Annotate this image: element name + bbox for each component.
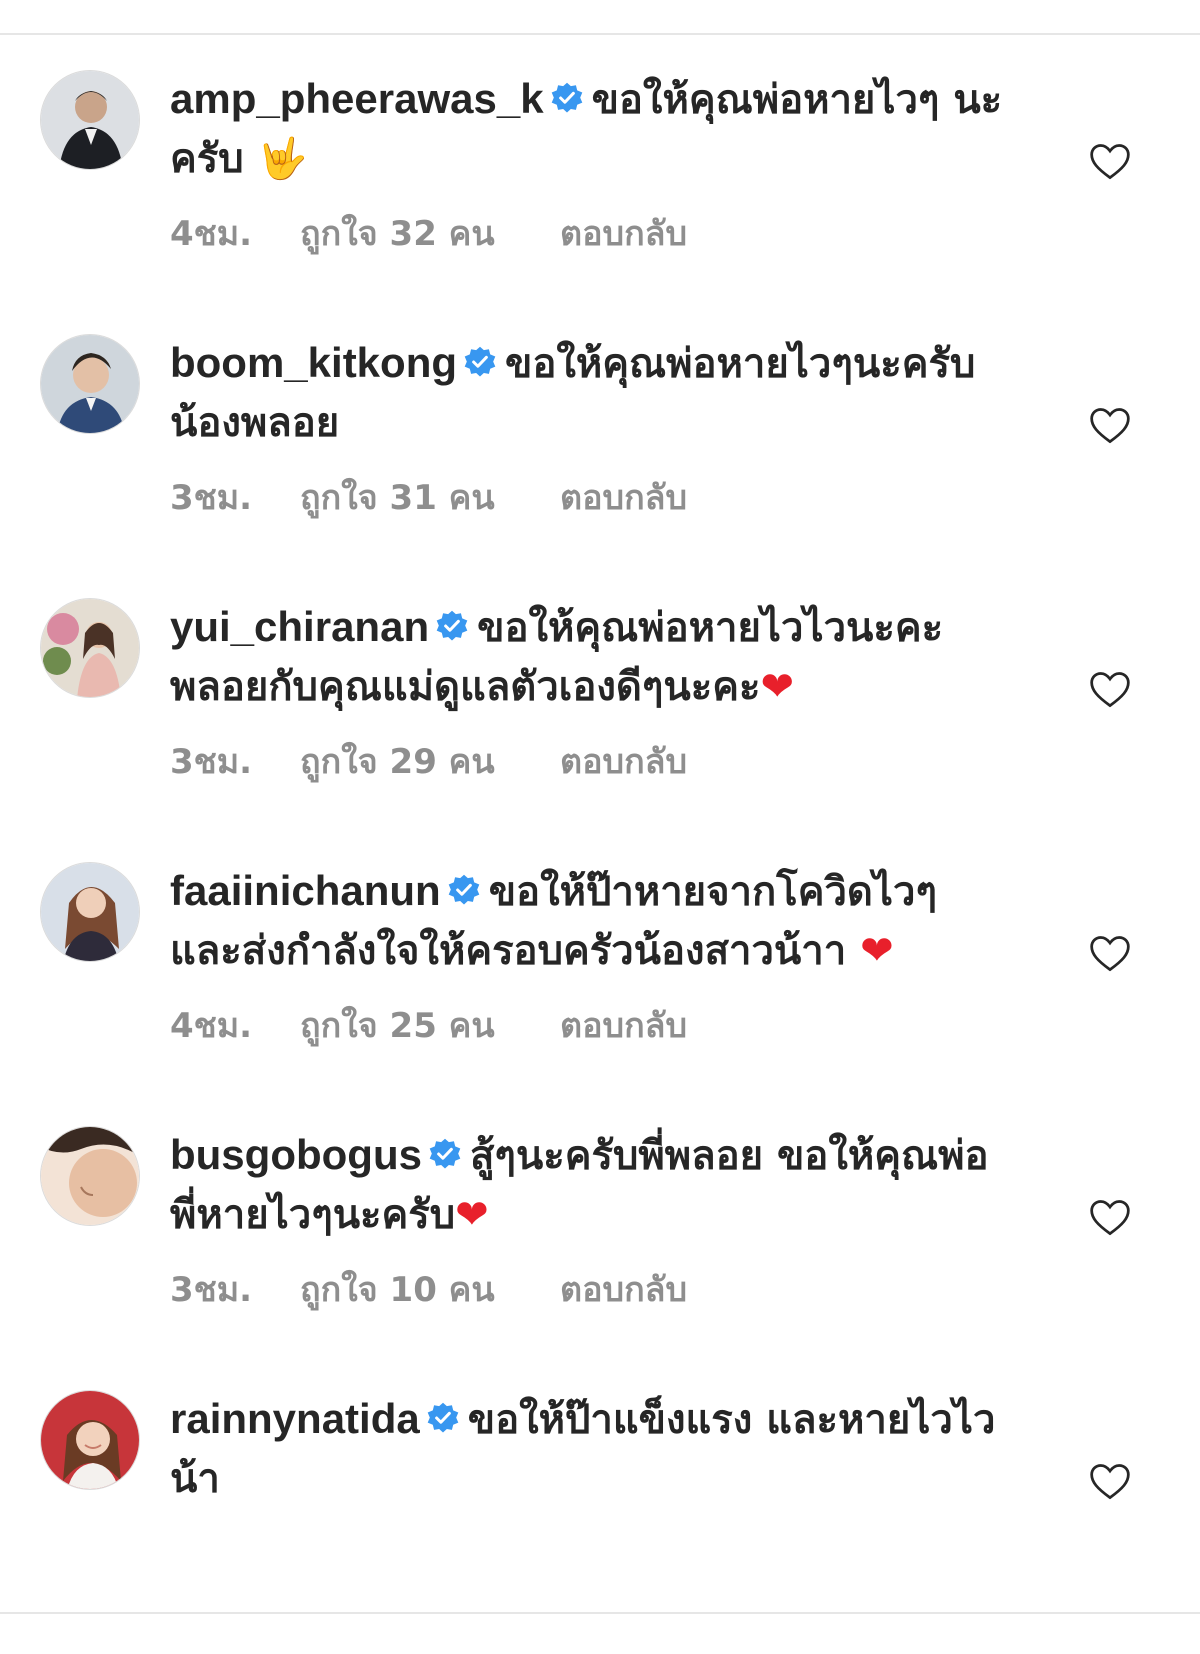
like-button[interactable] <box>1088 1460 1132 1504</box>
comment-item: boom_kitkong ขอให้คุณพ่อหายไวๆนะครับน้องพ… <box>0 300 1200 570</box>
comment-meta: 3ชม. ถูกใจ 10 คน ตอบกลับ <box>170 1262 687 1316</box>
timestamp: 3ชม. <box>170 742 253 782</box>
reply-button[interactable]: ตอบกลับ <box>560 998 687 1052</box>
heart-outline-icon <box>1090 144 1130 180</box>
comment-list: amp_pheerawas_k ขอให้คุณพ่อหายไวๆ นะครับ … <box>0 0 1200 1612</box>
comment-body: faaiinichanun ขอให้ป๊าหายจากโควิดไวๆ และส… <box>170 862 1010 980</box>
bottom-divider <box>0 1612 1200 1614</box>
likes-count[interactable]: ถูกใจ 31 คน <box>300 470 560 524</box>
username[interactable]: boom_kitkong <box>170 339 457 386</box>
avatar[interactable] <box>40 1126 140 1226</box>
likes-count[interactable]: ถูกใจ 32 คน <box>300 206 560 260</box>
comment-meta: 3ชม. ถูกใจ 31 คน ตอบกลับ <box>170 470 687 524</box>
username[interactable]: rainnynatida <box>170 1395 420 1442</box>
hand-emoji-icon: 🤟 <box>257 136 308 182</box>
comment-body: rainnynatida ขอให้ป๊าแข็งแรง และหายไวไวน้… <box>170 1390 1010 1508</box>
comment-meta: 4ชม. ถูกใจ 32 คน ตอบกลับ <box>170 206 687 260</box>
reply-button[interactable]: ตอบกลับ <box>560 470 687 524</box>
comment-item: rainnynatida ขอให้ป๊าแข็งแรง และหายไวไวน้… <box>0 1356 1200 1612</box>
username[interactable]: busgobogus <box>170 1131 422 1178</box>
verified-badge-icon <box>426 1394 460 1451</box>
timestamp: 3ชม. <box>170 478 253 518</box>
reply-button[interactable]: ตอบกลับ <box>560 734 687 788</box>
heart-outline-icon <box>1090 936 1130 972</box>
username[interactable]: faaiinichanun <box>170 867 441 914</box>
comment-item: faaiinichanun ขอให้ป๊าหายจากโควิดไวๆ และส… <box>0 828 1200 1098</box>
comment-body: yui_chiranan ขอให้คุณพ่อหายไวไวนะคะ พลอยก… <box>170 598 1010 716</box>
verified-badge-icon <box>550 74 584 131</box>
avatar[interactable] <box>40 70 140 170</box>
comment-item: busgobogus สู้ๆนะครับพี่พลอย ขอให้คุณพ่อพ… <box>0 1092 1200 1362</box>
username[interactable]: yui_chiranan <box>170 603 429 650</box>
comment-item: amp_pheerawas_k ขอให้คุณพ่อหายไวๆ นะครับ … <box>0 36 1200 306</box>
comment-body: boom_kitkong ขอให้คุณพ่อหายไวๆนะครับน้องพ… <box>170 334 1010 452</box>
like-button[interactable] <box>1088 140 1132 184</box>
timestamp: 3ชม. <box>170 1270 253 1310</box>
verified-badge-icon <box>447 866 481 923</box>
like-button[interactable] <box>1088 932 1132 976</box>
likes-count[interactable]: ถูกใจ 10 คน <box>300 1262 560 1316</box>
timestamp: 4ชม. <box>170 1006 253 1046</box>
like-button[interactable] <box>1088 404 1132 448</box>
red-heart-emoji-icon: ❤ <box>760 664 794 710</box>
username[interactable]: amp_pheerawas_k <box>170 75 544 122</box>
comment-body: amp_pheerawas_k ขอให้คุณพ่อหายไวๆ นะครับ … <box>170 70 1010 188</box>
likes-count[interactable]: ถูกใจ 29 คน <box>300 734 560 788</box>
verified-badge-icon <box>435 602 469 659</box>
avatar[interactable] <box>40 1390 140 1490</box>
comment-body: busgobogus สู้ๆนะครับพี่พลอย ขอให้คุณพ่อพ… <box>170 1126 1010 1244</box>
verified-badge-icon <box>428 1130 462 1187</box>
like-button[interactable] <box>1088 668 1132 712</box>
heart-outline-icon <box>1090 1200 1130 1236</box>
heart-outline-icon <box>1090 672 1130 708</box>
likes-count[interactable]: ถูกใจ 25 คน <box>300 998 560 1052</box>
avatar[interactable] <box>40 334 140 434</box>
heart-outline-icon <box>1090 1464 1130 1500</box>
red-heart-emoji-icon: ❤ <box>455 1192 489 1238</box>
heart-outline-icon <box>1090 408 1130 444</box>
verified-badge-icon <box>463 338 497 395</box>
reply-button[interactable]: ตอบกลับ <box>560 1262 687 1316</box>
comment-meta: 4ชม. ถูกใจ 25 คน ตอบกลับ <box>170 998 687 1052</box>
comment-item: yui_chiranan ขอให้คุณพ่อหายไวไวนะคะ พลอยก… <box>0 564 1200 834</box>
like-button[interactable] <box>1088 1196 1132 1240</box>
avatar[interactable] <box>40 862 140 962</box>
red-heart-emoji-icon: ❤ <box>860 928 894 974</box>
avatar[interactable] <box>40 598 140 698</box>
comment-meta: 3ชม. ถูกใจ 29 คน ตอบกลับ <box>170 734 687 788</box>
reply-button[interactable]: ตอบกลับ <box>560 206 687 260</box>
timestamp: 4ชม. <box>170 214 253 254</box>
